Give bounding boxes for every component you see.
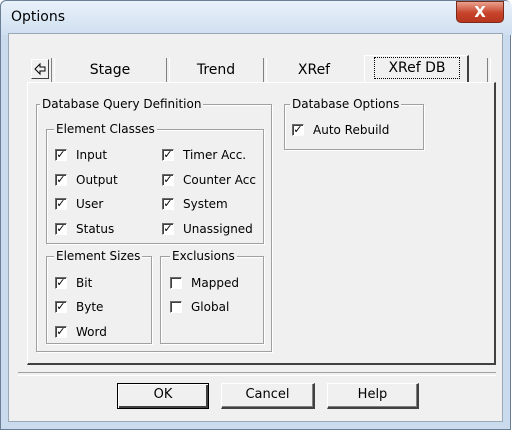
tab-divider bbox=[51, 58, 55, 82]
byte-checkbox[interactable]: ✓ bbox=[55, 301, 67, 313]
bit-label: Bit bbox=[76, 276, 93, 290]
tab-divider bbox=[263, 58, 267, 82]
user-checkbox[interactable]: ✓ bbox=[55, 198, 67, 210]
element-classes-legend: Element Classes bbox=[54, 122, 157, 136]
input-label: Input bbox=[76, 148, 108, 162]
output-label: Output bbox=[76, 173, 118, 187]
database-query-legend: Database Query Definition bbox=[40, 97, 204, 111]
timer-acc-label: Timer Acc. bbox=[183, 148, 247, 162]
unassigned-label: Unassigned bbox=[183, 222, 253, 236]
counter-acc-checkbox[interactable]: ✓ bbox=[162, 174, 174, 186]
exclusions-legend: Exclusions bbox=[170, 249, 237, 263]
auto-rebuild-checkbox[interactable]: ✓ bbox=[292, 124, 304, 136]
tab-xref[interactable]: XRef bbox=[268, 58, 360, 82]
auto-rebuild-label: Auto Rebuild bbox=[313, 123, 390, 137]
element-sizes-legend: Element Sizes bbox=[54, 249, 143, 263]
ok-button[interactable]: OK bbox=[117, 383, 209, 409]
counter-acc-label: Counter Acc bbox=[183, 173, 256, 187]
global-checkbox[interactable] bbox=[170, 301, 182, 313]
system-checkbox[interactable]: ✓ bbox=[162, 198, 174, 210]
title-bar[interactable]: Options X bbox=[1, 1, 512, 35]
unassigned-checkbox[interactable]: ✓ bbox=[162, 223, 174, 235]
tab-scroll-left-button[interactable] bbox=[31, 59, 49, 79]
word-label: Word bbox=[76, 325, 107, 339]
input-checkbox[interactable]: ✓ bbox=[55, 149, 67, 161]
tab-trend[interactable]: Trend bbox=[172, 58, 260, 82]
cancel-button[interactable]: Cancel bbox=[221, 383, 315, 409]
timer-acc-checkbox[interactable]: ✓ bbox=[162, 149, 174, 161]
tab-xref-db-label: XRef DB bbox=[374, 57, 460, 79]
tab-divider bbox=[487, 58, 491, 82]
tab-divider bbox=[166, 58, 170, 82]
mapped-label: Mapped bbox=[191, 276, 239, 290]
mapped-checkbox[interactable] bbox=[170, 277, 182, 289]
user-label: User bbox=[76, 197, 104, 211]
global-label: Global bbox=[191, 300, 230, 314]
byte-label: Byte bbox=[76, 300, 104, 314]
status-checkbox[interactable]: ✓ bbox=[55, 223, 67, 235]
dialog-title: Options bbox=[11, 9, 66, 25]
arrow-left-icon bbox=[34, 62, 46, 76]
database-options-legend: Database Options bbox=[290, 97, 402, 111]
status-label: Status bbox=[76, 222, 115, 236]
system-label: System bbox=[183, 197, 228, 211]
bit-checkbox[interactable]: ✓ bbox=[55, 277, 67, 289]
close-button[interactable]: X bbox=[456, 1, 504, 23]
word-checkbox[interactable]: ✓ bbox=[55, 326, 67, 338]
divider bbox=[18, 372, 496, 376]
tab-stage[interactable]: Stage bbox=[62, 58, 158, 82]
help-button[interactable]: Help bbox=[327, 383, 419, 409]
output-checkbox[interactable]: ✓ bbox=[55, 174, 67, 186]
